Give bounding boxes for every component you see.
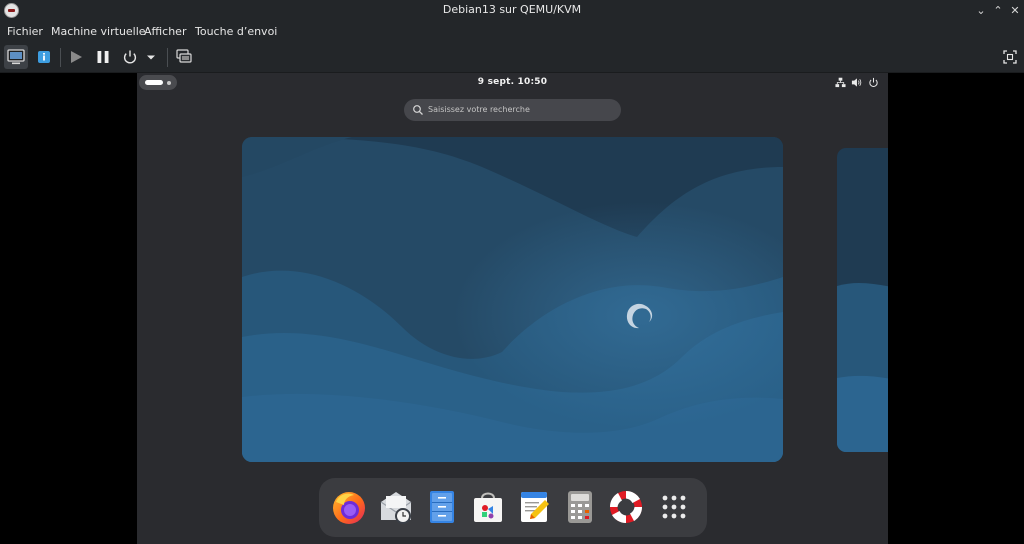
details-view-button[interactable] bbox=[32, 45, 56, 69]
play-icon bbox=[71, 51, 82, 63]
minimize-icon[interactable]: ⌄ bbox=[972, 2, 990, 20]
power-icon[interactable] bbox=[868, 77, 879, 88]
shutdown-menu-button[interactable] bbox=[142, 45, 160, 69]
help-icon[interactable] bbox=[607, 488, 645, 526]
vm-display[interactable]: 9 sept. 10:50 Saisissez votre recherche bbox=[137, 73, 888, 544]
close-icon[interactable]: ✕ bbox=[1006, 2, 1024, 20]
snapshots-button[interactable] bbox=[172, 45, 196, 69]
search-placeholder: Saisissez votre recherche bbox=[428, 105, 530, 114]
debian-wallpaper bbox=[837, 148, 888, 452]
pause-button[interactable] bbox=[91, 45, 115, 69]
files-icon[interactable] bbox=[423, 488, 461, 526]
fullscreen-button[interactable] bbox=[998, 45, 1022, 69]
console-view-button[interactable] bbox=[4, 45, 28, 69]
search-icon bbox=[413, 105, 423, 115]
chevron-down-icon bbox=[147, 55, 155, 60]
menubar: Fichier Machine virtuelle Afficher Touch… bbox=[0, 22, 1024, 42]
debian-wallpaper bbox=[242, 137, 783, 462]
network-icon[interactable] bbox=[835, 77, 846, 88]
menu-afficher[interactable]: Afficher bbox=[144, 25, 186, 38]
window-titlebar: Debian13 sur QEMU/KVM ⌄ ⌃ ✕ bbox=[0, 0, 1024, 22]
mail-icon[interactable] bbox=[377, 488, 415, 526]
menu-touche-envoi[interactable]: Touche d’envoi bbox=[195, 25, 277, 38]
search-input[interactable]: Saisissez votre recherche bbox=[404, 99, 621, 121]
monitor-icon bbox=[7, 49, 25, 65]
power-icon bbox=[123, 50, 137, 64]
volume-icon[interactable] bbox=[851, 77, 862, 88]
run-button[interactable] bbox=[64, 45, 88, 69]
toolbar bbox=[0, 42, 1024, 73]
maximize-icon[interactable]: ⌃ bbox=[989, 2, 1007, 20]
snapshots-icon bbox=[176, 49, 192, 63]
firefox-icon[interactable] bbox=[330, 488, 368, 526]
text-editor-icon[interactable] bbox=[515, 488, 553, 526]
workspace-thumbnail[interactable] bbox=[242, 137, 783, 462]
window-title: Debian13 sur QEMU/KVM bbox=[442, 3, 582, 16]
workspace-thumbnail-next[interactable] bbox=[837, 148, 888, 452]
software-icon[interactable] bbox=[469, 488, 507, 526]
toolbar-separator bbox=[60, 48, 61, 67]
clock[interactable]: 9 sept. 10:50 bbox=[137, 77, 888, 87]
pause-icon bbox=[97, 51, 109, 63]
info-icon bbox=[38, 51, 50, 63]
dash bbox=[319, 478, 707, 537]
shutdown-button[interactable] bbox=[118, 45, 142, 69]
fullscreen-icon bbox=[1003, 50, 1017, 64]
calculator-icon[interactable] bbox=[561, 488, 599, 526]
show-apps-icon[interactable] bbox=[655, 488, 693, 526]
menu-machine-virtuelle[interactable]: Machine virtuelle bbox=[51, 25, 146, 38]
menu-fichier[interactable]: Fichier bbox=[7, 25, 43, 38]
toolbar-separator bbox=[167, 48, 168, 67]
